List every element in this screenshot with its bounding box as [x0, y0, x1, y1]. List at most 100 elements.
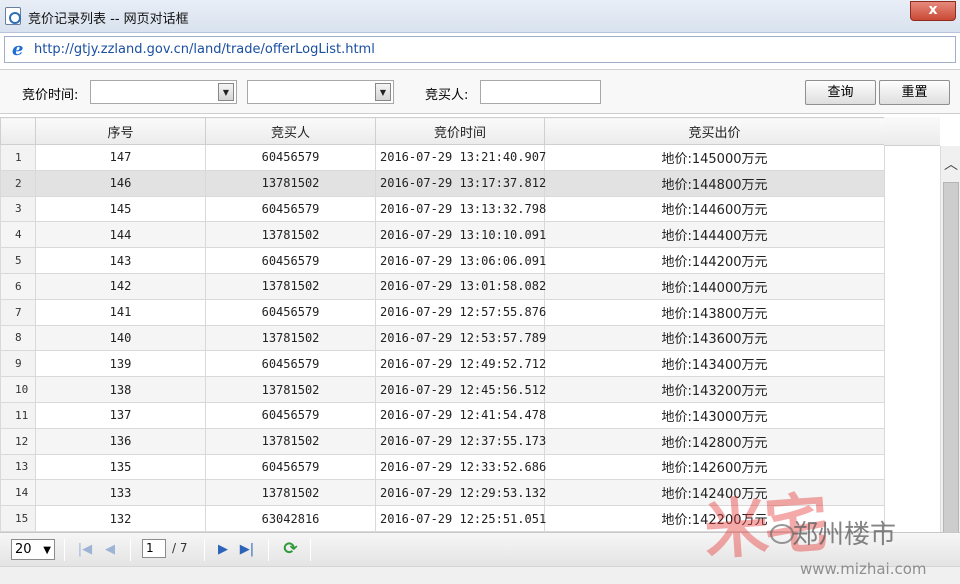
seq-cell: 146 — [35, 169, 206, 197]
bid-time-cell: 2016-07-29 12:53:57.789 — [375, 324, 546, 352]
bid-price-cell: 地价:145000万元 — [544, 144, 885, 171]
seq-cell: 138 — [35, 376, 206, 403]
buyer-input[interactable] — [480, 80, 601, 104]
prev-page-icon[interactable]: ◀ — [101, 541, 119, 559]
column-header-price[interactable]: 竞买出价 — [544, 117, 885, 145]
row-index-cell: 6 — [0, 272, 36, 300]
buyer-cell: 13781502 — [205, 479, 376, 507]
bid-price-cell: 地价:142400万元 — [544, 479, 885, 507]
table-row[interactable]: 14 133 13781502 2016-07-29 12:29:53.132 地价:1… — [0, 479, 885, 507]
bid-time-from-select[interactable]: ▼ — [90, 80, 237, 104]
column-header-time[interactable]: 竞价时间 — [375, 117, 545, 145]
page-icon — [5, 7, 21, 25]
scroll-up-icon[interactable]: ︿ — [941, 154, 960, 174]
bid-price-cell: 地价:144400万元 — [544, 221, 885, 249]
buyer-cell: 60456579 — [205, 144, 376, 171]
chevron-down-icon[interactable]: ▼ — [375, 83, 391, 101]
bid-price-cell: 地价:143800万元 — [544, 298, 885, 326]
table-row[interactable]: 10 138 13781502 2016-07-29 12:45:56.512 地价:1… — [0, 376, 885, 403]
bid-record-grid: 序号 竞买人 竞价时间 竞买出价 1 147 60456579 2016-07-29 … — [0, 117, 940, 532]
pager-divider — [64, 539, 65, 561]
table-row[interactable]: 9 139 60456579 2016-07-29 12:49:52.712 地价:14… — [0, 350, 885, 378]
bid-price-cell: 地价:144000万元 — [544, 272, 885, 300]
table-row[interactable]: 8 140 13781502 2016-07-29 12:53:57.789 地价:14… — [0, 324, 885, 352]
bid-price-cell: 地价:143200万元 — [544, 376, 885, 403]
bid-time-cell: 2016-07-29 12:45:56.512 — [375, 376, 546, 403]
table-row[interactable]: 11 137 60456579 2016-07-29 12:41:54.478 地价:1… — [0, 401, 885, 429]
seq-cell: 144 — [35, 221, 206, 249]
table-row[interactable]: 13 135 60456579 2016-07-29 12:33:52.686 地价:1… — [0, 453, 885, 481]
table-row[interactable]: 15 132 63042816 2016-07-29 12:25:51.051 地价:1… — [0, 505, 885, 532]
last-page-icon[interactable]: ▶| — [238, 541, 256, 559]
page-size-select[interactable]: 20 ▼ — [11, 539, 55, 560]
first-page-icon[interactable]: |◀ — [76, 541, 94, 559]
next-page-icon[interactable]: ▶ — [214, 541, 232, 559]
seq-cell: 136 — [35, 427, 206, 455]
seq-cell: 145 — [35, 195, 206, 223]
row-index-cell: 8 — [0, 324, 36, 352]
row-index-cell: 1 — [0, 144, 36, 171]
chevron-down-icon[interactable]: ▼ — [218, 83, 234, 101]
column-header-seq[interactable]: 序号 — [35, 117, 206, 145]
buyer-cell: 60456579 — [205, 401, 376, 429]
table-row[interactable]: 1 147 60456579 2016-07-29 13:21:40.907 地价:14… — [0, 144, 885, 171]
table-row[interactable]: 5 143 60456579 2016-07-29 13:06:06.091 地价:14… — [0, 247, 885, 274]
seq-cell: 143 — [35, 247, 206, 274]
table-row[interactable]: 12 136 13781502 2016-07-29 12:37:55.173 地价:1… — [0, 427, 885, 455]
bid-price-cell: 地价:144600万元 — [544, 195, 885, 223]
bid-price-cell: 地价:143000万元 — [544, 401, 885, 429]
table-row[interactable]: 2 146 13781502 2016-07-29 13:17:37.812 地价:14… — [0, 169, 885, 197]
bid-price-cell: 地价:142800万元 — [544, 427, 885, 455]
buyer-cell: 60456579 — [205, 453, 376, 481]
row-index-cell: 15 — [0, 505, 36, 532]
scrollbar-thumb[interactable] — [943, 182, 959, 562]
table-row[interactable]: 3 145 60456579 2016-07-29 13:13:32.798 地价:14… — [0, 195, 885, 223]
table-row[interactable]: 4 144 13781502 2016-07-29 13:10:10.091 地价:14… — [0, 221, 885, 249]
seq-cell: 132 — [35, 505, 206, 532]
bid-time-cell: 2016-07-29 12:25:51.051 — [375, 505, 546, 532]
refresh-icon[interactable]: ⟳ — [281, 540, 300, 559]
column-header-buyer[interactable]: 竞买人 — [205, 117, 376, 145]
vertical-scrollbar[interactable]: ︿ — [940, 146, 960, 562]
dialog-bottom-strip — [0, 566, 960, 584]
seq-cell: 133 — [35, 479, 206, 507]
buyer-cell: 13781502 — [205, 324, 376, 352]
bid-price-cell: 地价:142200万元 — [544, 505, 885, 532]
row-index-cell: 3 — [0, 195, 36, 223]
buyer-cell: 60456579 — [205, 195, 376, 223]
table-row[interactable]: 7 141 60456579 2016-07-29 12:57:55.876 地价:14… — [0, 298, 885, 326]
bid-time-cell: 2016-07-29 13:17:37.812 — [375, 169, 546, 197]
bid-time-cell: 2016-07-29 13:01:58.082 — [375, 272, 546, 300]
page-size-value: 20 — [15, 542, 32, 557]
page-number-input[interactable]: 1 — [142, 539, 166, 558]
row-index-cell: 10 — [0, 376, 36, 403]
reset-button[interactable]: 重置 — [879, 80, 950, 105]
buyer-cell: 13781502 — [205, 376, 376, 403]
table-body: 1 147 60456579 2016-07-29 13:21:40.907 地价:14… — [0, 144, 885, 532]
bid-record-table: 序号 竞买人 竞价时间 竞买出价 1 147 60456579 2016-07-29 … — [0, 117, 885, 532]
header-filler — [884, 117, 940, 146]
chevron-down-icon: ▼ — [43, 545, 51, 556]
address-bar: e http://gtjy.zzland.gov.cn/land/trade/o… — [4, 36, 956, 63]
row-index-cell: 7 — [0, 298, 36, 326]
pager-divider — [204, 539, 205, 561]
buyer-cell: 13781502 — [205, 272, 376, 300]
buyer-cell: 13781502 — [205, 221, 376, 249]
table-header-row: 序号 竞买人 竞价时间 竞买出价 — [0, 117, 885, 145]
dialog-titlebar: 竞价记录列表 -- 网页对话框 x — [0, 0, 960, 33]
bid-time-cell: 2016-07-29 13:21:40.907 — [375, 144, 546, 171]
table-row[interactable]: 6 142 13781502 2016-07-29 13:01:58.082 地价:14… — [0, 272, 885, 300]
row-index-cell: 4 — [0, 221, 36, 249]
query-button[interactable]: 查询 — [805, 80, 876, 105]
buyer-cell: 60456579 — [205, 298, 376, 326]
buyer-cell: 60456579 — [205, 350, 376, 378]
seq-cell: 137 — [35, 401, 206, 429]
pagination-bar: 20 ▼ |◀ ◀ 1 / 7 ▶ ▶| ⟳ — [0, 532, 960, 566]
bid-price-cell: 地价:142600万元 — [544, 453, 885, 481]
close-button[interactable]: x — [910, 1, 956, 21]
buyer-cell: 63042816 — [205, 505, 376, 532]
bid-time-to-select[interactable]: ▼ — [247, 80, 394, 104]
bid-price-cell: 地价:144200万元 — [544, 247, 885, 274]
bid-price-cell: 地价:144800万元 — [544, 169, 885, 197]
row-index-cell: 12 — [0, 427, 36, 455]
